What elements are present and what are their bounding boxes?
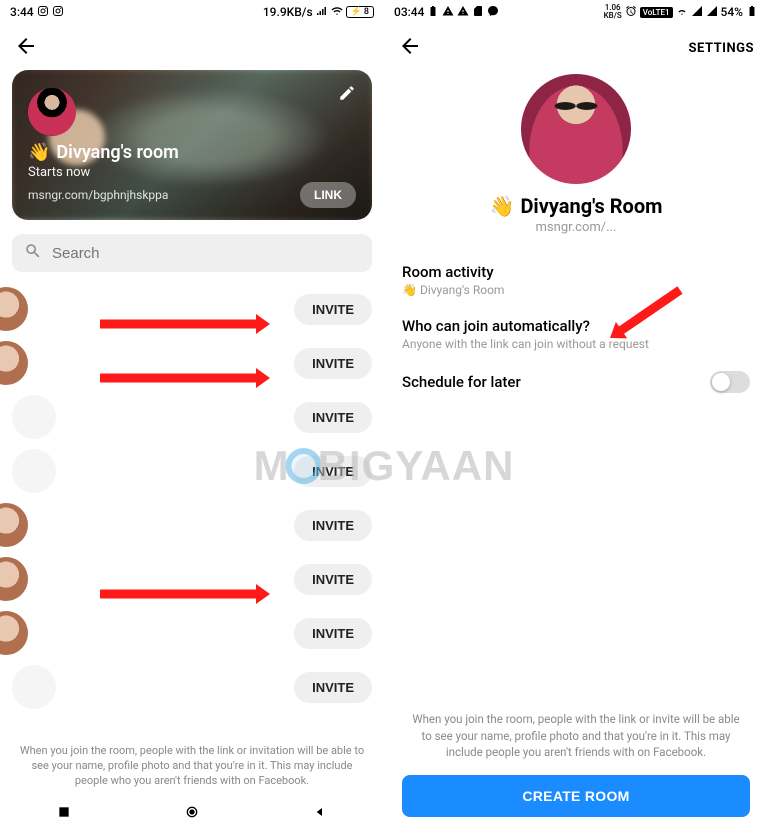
sim-icon (472, 5, 484, 20)
header-left (0, 24, 384, 70)
status-time: 03:44 (394, 5, 424, 19)
nav-recent-icon[interactable] (56, 804, 72, 824)
volte-badge: VoLTE1 (640, 7, 673, 18)
battery-icon (427, 5, 439, 20)
profile-url: msngr.com/... (536, 220, 617, 235)
disclaimer-text: When you join the room, people with the … (402, 703, 750, 775)
invite-button[interactable]: INVITE (294, 294, 372, 325)
setting-room-activity[interactable]: Room activity 👋 Divyang's Room (402, 253, 750, 307)
contact-avatar[interactable] (0, 341, 28, 385)
signal-icon (691, 5, 703, 20)
wave-icon: 👋 (402, 283, 417, 297)
setting-who-can-join[interactable]: Who can join automatically? Anyone with … (402, 307, 750, 361)
net-speed: 1.06KB/S (604, 4, 622, 20)
battery-percent: 54% (721, 5, 743, 19)
contact-avatar[interactable] (12, 449, 56, 493)
contact-avatar[interactable] (0, 503, 28, 547)
profile-name: Divyang's Room (520, 194, 662, 218)
invite-button[interactable]: INVITE (294, 564, 372, 595)
invite-button[interactable]: INVITE (294, 402, 372, 433)
contact-row: INVITE (0, 336, 384, 390)
screen-settings: 03:44 1.06KB/S VoLTE1 54% (384, 0, 768, 833)
contact-row: INVITE (0, 444, 384, 498)
alarm-icon (625, 5, 637, 20)
contact-row: INVITE (0, 498, 384, 552)
contact-avatar[interactable] (12, 665, 56, 709)
setting-sub: Anyone with the link can join without a … (402, 337, 750, 351)
warning-icon (442, 5, 454, 20)
room-url: msngr.com/bgphnjhskppa (28, 188, 168, 202)
settings-list: Room activity 👋 Divyang's Room Who can j… (384, 247, 768, 409)
setting-title: Who can join automatically? (402, 317, 750, 335)
contact-row: INVITE (0, 390, 384, 444)
contact-row: INVITE (0, 606, 384, 660)
contact-row: INVITE (0, 282, 384, 336)
status-time: 3:44 (10, 5, 34, 19)
create-room-button[interactable]: CREATE ROOM (402, 775, 750, 817)
status-bar-right: 03:44 1.06KB/S VoLTE1 54% (384, 0, 768, 24)
battery-icon: ⚡8 (346, 6, 374, 18)
invite-button[interactable]: INVITE (294, 456, 372, 487)
net-speed: 19.9KB/s (263, 5, 313, 19)
status-bar-left: 3:44 19.9KB/s ⚡8 (0, 0, 384, 24)
instagram-icon (37, 5, 49, 20)
search-icon (24, 242, 52, 264)
disclaimer-text: When you join the room, people with the … (0, 738, 384, 795)
setting-title: Schedule for later (402, 373, 521, 391)
header-right: SETTINGS (384, 24, 768, 70)
wave-icon: 👋 (490, 194, 515, 218)
search-input[interactable] (52, 245, 360, 262)
screen-invite: 3:44 19.9KB/s ⚡8 (0, 0, 384, 833)
wave-icon: 👋 (28, 142, 50, 163)
back-button[interactable] (14, 34, 38, 62)
invite-button[interactable]: INVITE (294, 348, 372, 379)
setting-sub: Divyang's Room (420, 283, 505, 297)
contacts-list: INVITE INVITE INVITE INVITE INVITE INVITE INVI… (0, 282, 384, 738)
profile-section: 👋 Divyang's Room msngr.com/... (384, 70, 768, 247)
contact-avatar[interactable] (12, 395, 56, 439)
setting-schedule: Schedule for later (402, 361, 750, 403)
wifi-icon (676, 5, 688, 20)
contact-row: INVITE (0, 552, 384, 606)
android-nav-bar (0, 795, 384, 833)
contact-avatar[interactable] (0, 557, 28, 601)
room-start-time: Starts now (28, 165, 356, 180)
contact-avatar[interactable] (0, 287, 28, 331)
contact-avatar[interactable] (0, 611, 28, 655)
setting-title: Room activity (402, 263, 750, 281)
schedule-toggle[interactable] (710, 371, 750, 393)
nav-home-icon[interactable] (184, 804, 200, 824)
messenger-icon (487, 5, 499, 20)
nav-back-icon[interactable] (312, 804, 328, 824)
room-card: 👋 Divyang's room Starts now msngr.com/bg… (12, 70, 372, 220)
signal-icon (316, 5, 328, 20)
signal-icon (706, 5, 718, 20)
invite-button[interactable]: INVITE (294, 672, 372, 703)
settings-link[interactable]: SETTINGS (689, 41, 755, 56)
warning-icon (457, 5, 469, 20)
room-title: Divyang's room (56, 142, 178, 163)
invite-button[interactable]: INVITE (294, 510, 372, 541)
instagram-icon (52, 5, 64, 20)
profile-avatar[interactable] (521, 74, 631, 184)
wifi-icon (331, 5, 343, 20)
link-button[interactable]: LINK (300, 182, 356, 208)
invite-button[interactable]: INVITE (294, 618, 372, 649)
contact-row: INVITE (0, 660, 384, 714)
search-box[interactable] (12, 234, 372, 272)
battery-icon (746, 5, 758, 20)
back-button[interactable] (398, 34, 422, 62)
